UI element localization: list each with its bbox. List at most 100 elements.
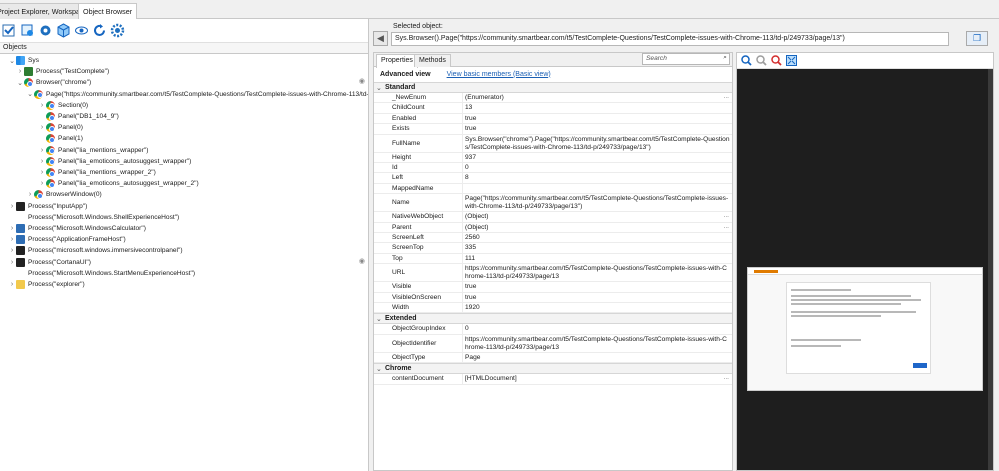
- tree-node[interactable]: › Process("Microsoft.WindowsCalculator"): [8, 223, 146, 234]
- tree-node[interactable]: › Process("InputApp"): [8, 201, 87, 212]
- chevron-right-icon[interactable]: ›: [38, 169, 46, 176]
- property-value[interactable]: Sys.Browser("chrome").Page("https://comm…: [465, 136, 730, 152]
- chevron-right-icon[interactable]: ›: [38, 147, 46, 154]
- tree-node[interactable]: › Panel("lia_emoticons_autosuggest_wrappe…: [38, 156, 191, 167]
- settings-gear-icon[interactable]: [38, 23, 53, 38]
- property-row[interactable]: Enabled true: [374, 113, 732, 125]
- chevron-right-icon[interactable]: ›: [26, 191, 34, 198]
- property-row[interactable]: NativeWebObject (Object)...: [374, 212, 732, 223]
- tree-node[interactable]: Panel("DB1_104_9"): [38, 111, 119, 122]
- property-row[interactable]: ObjectIdentifier https://community.smartb…: [374, 334, 732, 353]
- ellipsis-button[interactable]: ...: [724, 374, 730, 381]
- tree-node[interactable]: › Panel("lia_emoticons_autosuggest_wrappe…: [38, 178, 199, 189]
- ellipsis-button[interactable]: ...: [724, 212, 730, 219]
- property-value[interactable]: true: [465, 115, 730, 123]
- property-row[interactable]: Id 0: [374, 163, 732, 174]
- tree-node[interactable]: ⌄ Browser("chrome"): [16, 77, 91, 88]
- ellipsis-button[interactable]: ...: [724, 93, 730, 100]
- property-row[interactable]: Visible true: [374, 282, 732, 293]
- property-row[interactable]: ScreenTop 335: [374, 243, 732, 254]
- tree-node[interactable]: › BrowserWindow(0): [26, 189, 102, 200]
- zoom-out-icon[interactable]: [756, 55, 767, 66]
- property-value[interactable]: Page: [465, 354, 730, 362]
- property-value[interactable]: https://community.smartbear.com/t5/TestC…: [465, 336, 730, 352]
- property-row[interactable]: Top 111: [374, 253, 732, 265]
- property-value[interactable]: [HTMLDocument]: [465, 375, 730, 383]
- map-object-icon[interactable]: [20, 23, 35, 38]
- chevron-down-icon[interactable]: ⌄: [8, 57, 16, 65]
- property-row[interactable]: Name Page("https://community.smartbear.co…: [374, 194, 732, 213]
- property-value[interactable]: https://community.smartbear.com/t5/TestC…: [465, 265, 730, 281]
- preview-scrollbar[interactable]: [988, 69, 993, 470]
- property-row[interactable]: VisibleOnScreen true: [374, 292, 732, 303]
- property-value[interactable]: 8: [465, 174, 730, 182]
- tab-methods[interactable]: Methods: [414, 54, 451, 67]
- chevron-right-icon[interactable]: ›: [8, 203, 16, 210]
- chevron-right-icon[interactable]: ›: [38, 158, 46, 165]
- copy-button[interactable]: ❐: [966, 31, 988, 46]
- property-row[interactable]: Height 937: [374, 152, 732, 163]
- chevron-right-icon[interactable]: ›: [8, 259, 16, 266]
- property-row[interactable]: _NewEnum (Enumerator)...: [374, 93, 732, 104]
- tree-node[interactable]: ⌄ Sys: [8, 55, 39, 66]
- eye-icon[interactable]: [74, 23, 89, 38]
- tree-node[interactable]: Panel(1): [38, 133, 83, 144]
- refresh-icon[interactable]: [92, 23, 107, 38]
- chevron-right-icon[interactable]: ›: [38, 180, 46, 187]
- property-row[interactable]: MappedName: [374, 183, 732, 195]
- tree-node[interactable]: › Process("microsoft.windows.immersivecon…: [8, 245, 183, 256]
- property-row[interactable]: ObjectType Page: [374, 352, 732, 364]
- property-value[interactable]: 335: [465, 244, 730, 252]
- chevron-down-icon[interactable]: ⌄: [376, 315, 385, 323]
- property-value[interactable]: 0: [465, 164, 730, 172]
- chevron-right-icon[interactable]: ›: [8, 225, 16, 232]
- section-standard[interactable]: ⌄ Standard: [374, 82, 732, 93]
- back-button[interactable]: ◀: [373, 31, 388, 46]
- tab-properties[interactable]: Properties: [376, 54, 418, 68]
- tree-node[interactable]: › Process("TestComplete"): [16, 66, 109, 77]
- property-row[interactable]: URL https://community.smartbear.com/t5/Te…: [374, 264, 732, 283]
- section-chrome[interactable]: ⌄ Chrome: [374, 363, 732, 375]
- property-value[interactable]: 1920: [465, 304, 730, 312]
- property-row[interactable]: ObjectGroupIndex 0: [374, 324, 732, 335]
- tab-object-browser[interactable]: Object Browser: [78, 3, 138, 19]
- basic-view-link[interactable]: View basic members (Basic view): [447, 71, 551, 78]
- section-extended[interactable]: ⌄ Extended: [374, 313, 732, 325]
- property-row[interactable]: Parent (Object)...: [374, 222, 732, 233]
- chevron-right-icon[interactable]: ›: [38, 124, 46, 131]
- property-row[interactable]: Exists true: [374, 124, 732, 135]
- tree-node[interactable]: › Process("explorer"): [8, 279, 85, 290]
- cube-icon[interactable]: [56, 23, 71, 38]
- property-value[interactable]: (Object): [465, 224, 730, 232]
- property-value[interactable]: Page("https://community.smartbear.com/t5…: [465, 195, 730, 211]
- tree-node[interactable]: › Process("ApplicationFrameHost"): [8, 234, 126, 245]
- property-value[interactable]: (Object): [465, 213, 730, 221]
- property-row[interactable]: ScreenLeft 2560: [374, 233, 732, 244]
- chevron-right-icon[interactable]: ›: [8, 281, 16, 288]
- chevron-down-icon[interactable]: ⌄: [376, 365, 385, 373]
- tree-node[interactable]: › Panel(0): [38, 122, 83, 133]
- property-row[interactable]: contentDocument [HTMLDocument]...: [374, 374, 732, 385]
- tree-node[interactable]: › Panel("lia_mentions_wrapper_2"): [38, 167, 156, 178]
- visible-eye-icon[interactable]: ◉: [359, 77, 365, 85]
- property-value[interactable]: 111: [465, 255, 730, 263]
- property-value[interactable]: (Enumerator): [465, 94, 730, 102]
- tree-node[interactable]: › Process("CortanaUI"): [8, 257, 91, 268]
- property-value[interactable]: 0: [465, 325, 730, 333]
- property-value[interactable]: true: [465, 125, 730, 133]
- property-value[interactable]: 937: [465, 154, 730, 162]
- check-icon[interactable]: [2, 23, 17, 38]
- tree-node[interactable]: Process("Microsoft.Windows.ShellExperien…: [8, 212, 179, 223]
- selected-object-field[interactable]: Sys.Browser().Page("https://community.sm…: [391, 32, 949, 46]
- tree-node[interactable]: › Panel("lia_mentions_wrapper"): [38, 145, 148, 156]
- highlight-icon[interactable]: [771, 55, 782, 66]
- ellipsis-button[interactable]: ...: [724, 223, 730, 230]
- gear-settings-icon[interactable]: [110, 23, 125, 38]
- property-value[interactable]: 13: [465, 104, 730, 112]
- tree-node[interactable]: Process("Microsoft.Windows.StartMenuExpe…: [8, 268, 195, 279]
- tree-node[interactable]: ⌄ Page("https://community.smartbear.com/t…: [26, 89, 368, 100]
- chevron-right-icon[interactable]: ›: [16, 68, 24, 75]
- chevron-down-icon[interactable]: ⌄: [26, 90, 34, 98]
- fit-to-window-icon[interactable]: [786, 55, 797, 66]
- search-input[interactable]: Search ⌕: [642, 53, 730, 65]
